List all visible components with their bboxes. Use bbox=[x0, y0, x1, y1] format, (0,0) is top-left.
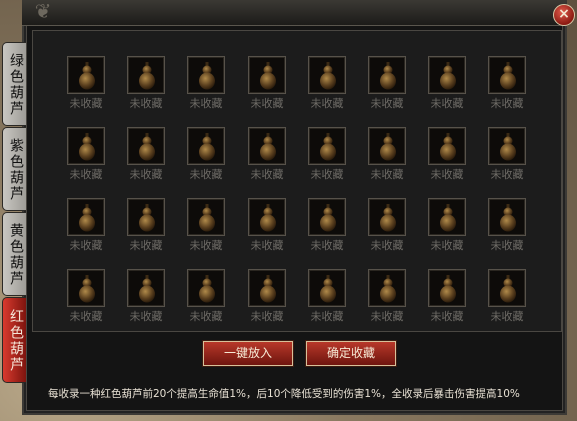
slot-status-label: 未收藏 bbox=[129, 310, 163, 323]
gourd-slot[interactable] bbox=[428, 269, 466, 307]
slot-status-label: 未收藏 bbox=[250, 168, 284, 181]
one-click-place-button[interactable]: 一键放入 bbox=[203, 341, 293, 366]
slot-status-label: 未收藏 bbox=[370, 97, 404, 110]
gourd-slot[interactable] bbox=[248, 127, 286, 165]
slot-status-label: 未收藏 bbox=[430, 310, 464, 323]
gourd-slot[interactable] bbox=[428, 198, 466, 236]
gourd-slot[interactable] bbox=[248, 198, 286, 236]
slot-panel bbox=[32, 30, 562, 332]
slot-status-label: 未收藏 bbox=[370, 239, 404, 252]
slot-status-label: 未收藏 bbox=[490, 239, 524, 252]
gourd-slot[interactable] bbox=[248, 56, 286, 94]
slot-status-label: 未收藏 bbox=[69, 239, 103, 252]
tab-label: 红色葫芦 bbox=[8, 309, 24, 373]
slot-status-label: 未收藏 bbox=[490, 310, 524, 323]
confirm-collect-button[interactable]: 确定收藏 bbox=[306, 341, 396, 366]
slot-status-label: 未收藏 bbox=[310, 168, 344, 181]
button-label: 一键放入 bbox=[223, 346, 272, 360]
slot-status-label: 未收藏 bbox=[189, 97, 223, 110]
slot-status-label: 未收藏 bbox=[490, 168, 524, 181]
gourd-slot[interactable] bbox=[187, 198, 225, 236]
gourd-slot[interactable] bbox=[127, 56, 165, 94]
slot-status-label: 未收藏 bbox=[250, 239, 284, 252]
gourd-slot[interactable] bbox=[67, 198, 105, 236]
tab-label: 绿色葫芦 bbox=[8, 53, 24, 117]
tab-purple-gourd[interactable]: 紫色葫芦 bbox=[2, 127, 26, 211]
gourd-slot[interactable] bbox=[368, 198, 406, 236]
slot-status-label: 未收藏 bbox=[189, 310, 223, 323]
tab-label: 黄色葫芦 bbox=[8, 223, 24, 287]
slot-status-label: 未收藏 bbox=[310, 97, 344, 110]
gourd-slot[interactable] bbox=[428, 56, 466, 94]
slot-status-label: 未收藏 bbox=[490, 97, 524, 110]
gourd-slot[interactable] bbox=[368, 269, 406, 307]
slot-status-label: 未收藏 bbox=[370, 168, 404, 181]
close-icon: × bbox=[558, 6, 570, 22]
slot-status-label: 未收藏 bbox=[310, 310, 344, 323]
gourd-slot[interactable] bbox=[187, 127, 225, 165]
gourd-slot[interactable] bbox=[488, 269, 526, 307]
ornament-icon: ❦ bbox=[34, 0, 52, 23]
gourd-slot[interactable] bbox=[308, 56, 346, 94]
gourd-slot[interactable] bbox=[308, 127, 346, 165]
gourd-slot[interactable] bbox=[488, 198, 526, 236]
gourd-slot[interactable] bbox=[67, 56, 105, 94]
gourd-slot[interactable] bbox=[368, 56, 406, 94]
button-label: 确定收藏 bbox=[326, 346, 375, 360]
gourd-slot[interactable] bbox=[308, 269, 346, 307]
tab-red-gourd[interactable]: 红色葫芦 bbox=[2, 297, 26, 383]
gourd-slot[interactable] bbox=[127, 269, 165, 307]
gourd-slot[interactable] bbox=[488, 127, 526, 165]
slot-status-label: 未收藏 bbox=[250, 310, 284, 323]
close-button[interactable]: × bbox=[553, 4, 575, 26]
gourd-slot[interactable] bbox=[368, 127, 406, 165]
gourd-slot[interactable] bbox=[187, 56, 225, 94]
gourd-slot[interactable] bbox=[67, 127, 105, 165]
slot-status-label: 未收藏 bbox=[370, 310, 404, 323]
gourd-slot[interactable] bbox=[127, 198, 165, 236]
slot-status-label: 未收藏 bbox=[69, 310, 103, 323]
tab-label: 紫色葫芦 bbox=[8, 138, 24, 202]
slot-status-label: 未收藏 bbox=[129, 97, 163, 110]
gourd-slot[interactable] bbox=[428, 127, 466, 165]
tab-yellow-gourd[interactable]: 黄色葫芦 bbox=[2, 212, 26, 296]
slot-status-label: 未收藏 bbox=[129, 239, 163, 252]
gourd-slot[interactable] bbox=[187, 269, 225, 307]
gourd-slot[interactable] bbox=[248, 269, 286, 307]
slot-status-label: 未收藏 bbox=[189, 168, 223, 181]
slot-status-label: 未收藏 bbox=[69, 168, 103, 181]
slot-status-label: 未收藏 bbox=[430, 168, 464, 181]
slot-status-label: 未收藏 bbox=[250, 97, 284, 110]
slot-status-label: 未收藏 bbox=[310, 239, 344, 252]
gourd-slot[interactable] bbox=[127, 127, 165, 165]
slot-status-label: 未收藏 bbox=[129, 168, 163, 181]
slot-status-label: 未收藏 bbox=[69, 97, 103, 110]
collection-bonus-info: 每收录一种红色葫芦前20个提高生命值1%，后10个降低受到的伤害1%，全收录后暴… bbox=[48, 388, 520, 400]
gourd-slot[interactable] bbox=[488, 56, 526, 94]
gourd-slot[interactable] bbox=[308, 198, 346, 236]
gourd-slot[interactable] bbox=[67, 269, 105, 307]
slot-status-label: 未收藏 bbox=[430, 239, 464, 252]
slot-status-label: 未收藏 bbox=[430, 97, 464, 110]
tab-green-gourd[interactable]: 绿色葫芦 bbox=[2, 42, 26, 126]
window-titlebar bbox=[22, 0, 567, 26]
slot-status-label: 未收藏 bbox=[189, 239, 223, 252]
